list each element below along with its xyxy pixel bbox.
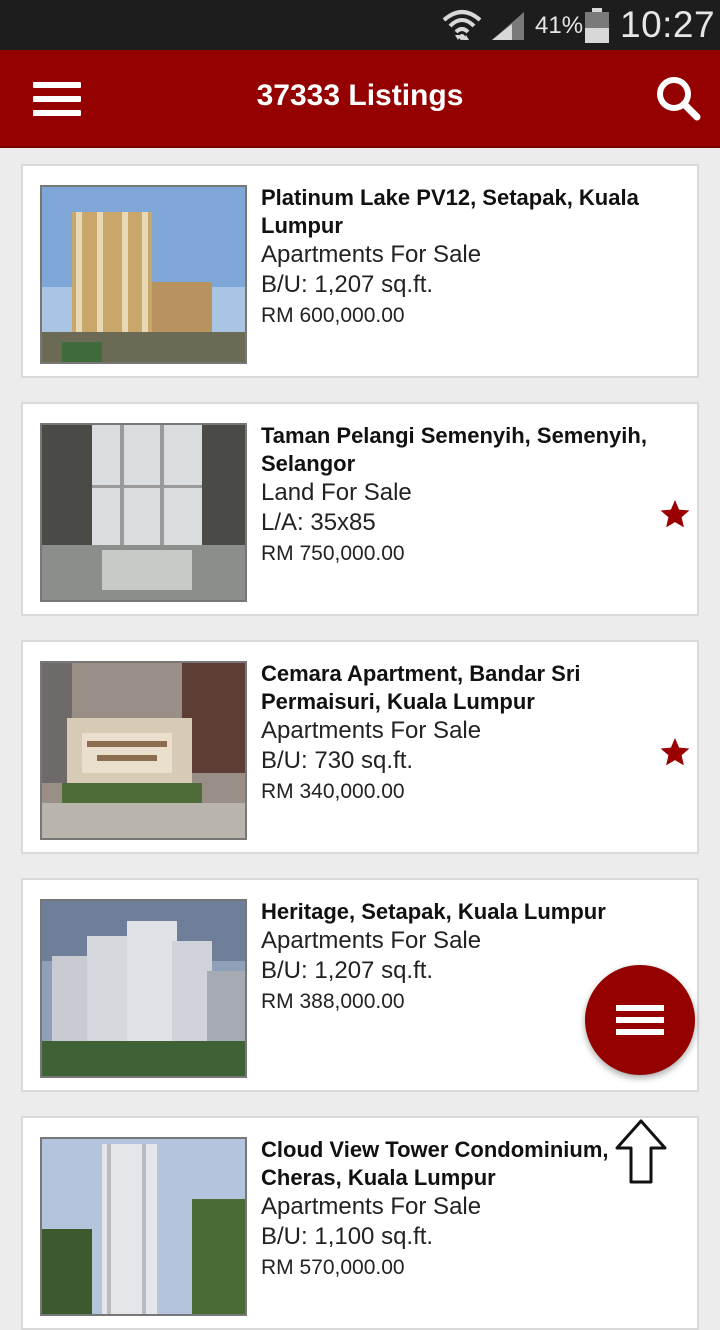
listing-photo	[40, 185, 247, 364]
listing-title[interactable]: Platinum Lake PV12, Setapak, Kuala Lumpu…	[261, 184, 671, 240]
battery-percentage: 41%	[535, 12, 584, 39]
status-bar: 41% 10:27	[0, 0, 720, 50]
page-title: 37333 Listings	[256, 79, 464, 112]
listing-title[interactable]: Heritage, Setapak, Kuala Lumpur	[261, 898, 671, 926]
listing-photo	[40, 1137, 247, 1316]
listing-card[interactable]: Cemara Apartment, Bandar Sri Permaisuri,…	[21, 640, 699, 854]
listing-type: Apartments For Sale	[261, 927, 482, 954]
floating-menu-button[interactable]	[585, 965, 695, 1075]
listing-type: Land For Sale	[261, 479, 412, 506]
listing-size: L/A: 35x85	[261, 509, 376, 536]
listing-title[interactable]: Cemara Apartment, Bandar Sri Permaisuri,…	[261, 660, 671, 716]
listing-size: B/U: 730 sq.ft.	[261, 747, 414, 774]
listing-card[interactable]: Taman Pelangi Semenyih, Semenyih, Selang…	[21, 402, 699, 616]
search-icon[interactable]	[654, 74, 702, 122]
listing-type: Apartments For Sale	[261, 241, 482, 268]
favorite-star-icon[interactable]	[659, 498, 691, 530]
listing-type: Apartments For Sale	[261, 717, 482, 744]
clock: 10:27	[620, 4, 716, 45]
listing-price: RM 750,000.00	[261, 542, 405, 565]
listing-photo	[40, 899, 247, 1078]
listing-price: RM 600,000.00	[261, 304, 405, 327]
listing-photo	[40, 423, 247, 602]
listing-card[interactable]: Cloud View Tower Condominium, Cheras, Ku…	[21, 1116, 699, 1330]
listing-title[interactable]: Taman Pelangi Semenyih, Semenyih, Selang…	[261, 422, 671, 478]
arrow-up-icon[interactable]	[614, 1118, 668, 1186]
listing-size: B/U: 1,207 sq.ft.	[261, 271, 434, 298]
wifi-icon	[442, 10, 482, 40]
listing-size: B/U: 1,100 sq.ft.	[261, 1223, 434, 1250]
listing-price: RM 570,000.00	[261, 1256, 405, 1279]
listing-type: Apartments For Sale	[261, 1193, 482, 1220]
listing-price: RM 340,000.00	[261, 780, 405, 803]
favorite-star-icon[interactable]	[659, 736, 691, 768]
signal-icon	[492, 12, 524, 40]
app-bar: 37333 Listings	[0, 50, 720, 148]
listing-photo	[40, 661, 247, 840]
battery-icon	[585, 8, 609, 43]
listing-card[interactable]: Platinum Lake PV12, Setapak, Kuala Lumpu…	[21, 164, 699, 378]
listing-title[interactable]: Cloud View Tower Condominium, Cheras, Ku…	[261, 1136, 671, 1192]
